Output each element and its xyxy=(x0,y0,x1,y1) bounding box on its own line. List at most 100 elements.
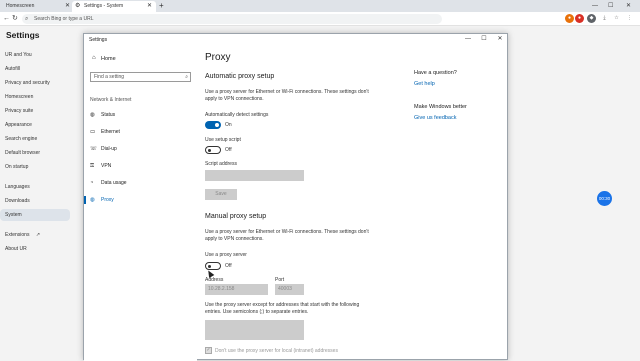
local-bypass-checkbox[interactable]: ✓ xyxy=(205,347,212,354)
close-browser-button[interactable]: ✕ xyxy=(626,0,631,12)
maximize-window-button[interactable]: ☐ xyxy=(476,34,492,45)
sidebar-item-privacy-security[interactable]: Privacy and security xyxy=(0,77,70,89)
nav-item-proxy[interactable]: ◍ Proxy xyxy=(84,194,197,206)
sidebar-item-languages[interactable]: Languages xyxy=(0,181,70,193)
script-address-label: Script address xyxy=(205,161,237,167)
star-icon[interactable]: ☆ xyxy=(612,14,621,23)
settings-window: Settings — ☐ ✕ ⌂ Home Find a setting ⌕ N… xyxy=(83,33,508,361)
profile-avatar-icon[interactable]: ● xyxy=(565,14,574,23)
vpn-icon: ⚿ xyxy=(90,163,95,169)
monitor-icon: ▭ xyxy=(90,129,96,135)
sidebar-item-search-engine[interactable]: Search engine xyxy=(0,133,70,145)
external-link-icon: ↗ xyxy=(35,232,41,238)
nav-home-label: Home xyxy=(101,56,116,62)
close-tab-icon[interactable]: ✕ xyxy=(147,1,152,12)
settings-nav: ⌂ Home Find a setting ⌕ Network & Intern… xyxy=(84,46,197,361)
nav-group-label: Network & Internet xyxy=(90,97,132,103)
reload-icon[interactable]: ↻ xyxy=(12,12,18,26)
use-proxy-toggle[interactable] xyxy=(205,262,221,270)
setup-script-state: Off xyxy=(225,147,232,153)
nav-item-label: Data usage xyxy=(101,180,127,186)
close-tab-icon[interactable]: ✕ xyxy=(65,1,70,12)
local-bypass-label: Don't use the proxy server for local (in… xyxy=(215,348,338,354)
setup-script-toggle[interactable] xyxy=(205,146,221,154)
page-title: Proxy xyxy=(205,52,231,63)
setup-script-label: Use setup script xyxy=(205,137,241,143)
sidebar-item-appearance[interactable]: Appearance xyxy=(0,119,70,131)
better-heading: Make Windows better xyxy=(414,104,467,110)
nav-item-label: Ethernet xyxy=(101,129,120,135)
tab-label: Homescreen xyxy=(6,3,35,9)
auto-detect-label: Automatically detect settings xyxy=(205,112,269,118)
address-placeholder: Search Bing or type a URL xyxy=(34,16,94,22)
new-tab-button[interactable]: + xyxy=(159,0,164,12)
find-setting-input[interactable]: Find a setting ⌕ xyxy=(90,72,191,82)
nav-home[interactable]: ⌂ Home xyxy=(92,55,116,62)
port-input[interactable]: 40003 xyxy=(275,284,304,295)
automatic-proxy-heading: Automatic proxy setup xyxy=(205,73,275,80)
sidebar-item-privacy-suite[interactable]: Privacy suite xyxy=(0,105,70,117)
globe-icon: ◍ xyxy=(90,197,95,203)
nav-item-dial-up[interactable]: ☏ Dial-up xyxy=(84,143,197,155)
search-icon: ⌕ xyxy=(25,16,29,22)
nav-item-ethernet[interactable]: ▭ Ethernet xyxy=(84,126,197,138)
sidebar-item-about-ur[interactable]: About UR xyxy=(0,243,70,255)
sidebar-item-default-browser[interactable]: Default browser xyxy=(0,147,70,159)
proxy-content: Proxy Automatic proxy setup Use a proxy … xyxy=(205,46,405,361)
shield-icon[interactable]: ◆ xyxy=(587,14,596,23)
download-icon[interactable]: ⤓ xyxy=(600,14,609,23)
settings-sidebar: Settings UR and You Autofill Privacy and… xyxy=(0,27,74,360)
sidebar-item-autofill[interactable]: Autofill xyxy=(0,63,70,75)
tab-homescreen[interactable]: Homescreen ✕ xyxy=(0,1,74,12)
automatic-proxy-description: Use a proxy server for Ethernet or Wi-Fi… xyxy=(205,89,369,102)
exceptions-input[interactable] xyxy=(205,320,304,340)
get-help-link[interactable]: Get help xyxy=(414,81,435,87)
nav-item-label: Proxy xyxy=(101,197,114,203)
script-address-input[interactable] xyxy=(205,170,304,181)
close-window-button[interactable]: ✕ xyxy=(492,34,508,45)
sidebar-item-extensions[interactable]: Extensions ↗ xyxy=(0,229,70,241)
nav-item-data-usage[interactable]: ◔ Data usage xyxy=(84,177,197,189)
manual-proxy-heading: Manual proxy setup xyxy=(205,213,267,220)
menu-icon[interactable]: ⋮ xyxy=(625,14,634,23)
gear-icon: ⚙ xyxy=(75,3,81,9)
address-label: Address xyxy=(205,277,224,283)
window-title: Settings xyxy=(89,37,108,43)
find-setting-placeholder: Find a setting xyxy=(94,74,125,80)
port-label: Port xyxy=(275,277,285,283)
back-icon[interactable]: ← xyxy=(3,12,10,26)
auto-detect-toggle[interactable] xyxy=(205,121,221,129)
save-button[interactable]: Save xyxy=(205,189,237,200)
manual-proxy-description: Use a proxy server for Ethernet or Wi-Fi… xyxy=(205,229,369,242)
nav-item-label: Dial-up xyxy=(101,146,117,152)
sidebar-item-label: Extensions xyxy=(5,232,30,238)
floating-timer-button[interactable]: 00:30 xyxy=(597,191,612,206)
feedback-link[interactable]: Give us feedback xyxy=(414,115,457,121)
tab-settings-system[interactable]: ⚙ Settings - System ✕ xyxy=(72,1,156,12)
use-proxy-label: Use a proxy server xyxy=(205,252,247,258)
question-heading: Have a question? xyxy=(414,70,457,76)
extension-icon[interactable]: ● xyxy=(575,14,584,23)
minimize-browser-button[interactable]: — xyxy=(592,0,598,12)
minimize-window-button[interactable]: — xyxy=(460,34,476,45)
help-aside: Have a question? Get help Make Windows b… xyxy=(414,46,504,246)
use-proxy-state: Off xyxy=(225,263,232,269)
address-input[interactable]: ⌕ Search Bing or type a URL xyxy=(22,14,442,24)
sidebar-item-system[interactable]: System xyxy=(0,209,70,221)
settings-title: Settings xyxy=(6,30,40,40)
tab-label: Settings - System xyxy=(84,3,124,9)
browser-tab-bar: Homescreen ✕ ⚙ Settings - System ✕ + — ☐… xyxy=(0,0,640,12)
address-bar-row: ← ↻ ⌕ Search Bing or type a URL ● ● ◆ ⤓ … xyxy=(0,12,640,26)
sidebar-item-ur-and-you[interactable]: UR and You xyxy=(0,49,70,61)
sidebar-item-on-startup[interactable]: On startup xyxy=(0,161,70,173)
sidebar-item-homescreen[interactable]: Homescreen xyxy=(0,91,70,103)
sidebar-item-downloads[interactable]: Downloads xyxy=(0,195,70,207)
globe-icon: ◍ xyxy=(90,112,95,118)
search-icon: ⌕ xyxy=(185,74,188,80)
maximize-browser-button[interactable]: ☐ xyxy=(608,0,613,12)
address-input[interactable]: 10.28.2.158 xyxy=(205,284,268,295)
exceptions-description: Use the proxy server except for addresse… xyxy=(205,302,360,315)
nav-item-status[interactable]: ◍ Status xyxy=(84,109,197,121)
browser-page-area xyxy=(508,27,640,360)
nav-item-vpn[interactable]: ⚿ VPN xyxy=(84,160,197,172)
